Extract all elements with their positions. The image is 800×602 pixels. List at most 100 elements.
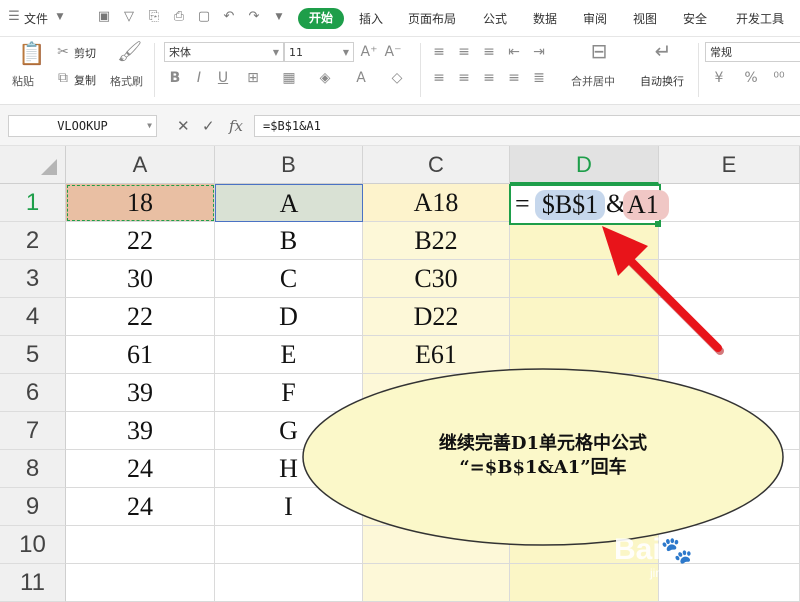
font-color-icon[interactable]: A [352,70,370,86]
merge-center-icon[interactable]: ⊟ [588,41,610,61]
font-size-select[interactable]: 11 ▼ [284,42,354,62]
row-header-7[interactable]: 7 [0,412,66,450]
row-header-6[interactable]: 6 [0,374,66,412]
format-painter-icon[interactable]: 🖌 [117,41,142,61]
paste-icon[interactable]: 📋 [18,43,45,67]
name-box[interactable]: VLOOKUP ▼ [8,115,157,137]
cell-a7[interactable]: 39 [66,412,215,450]
tab-view[interactable]: 视图 [633,10,657,27]
filter-icon[interactable]: ▽ [121,9,137,25]
cell-a9[interactable]: 24 [66,488,215,526]
cell-a2[interactable]: 22 [66,222,215,260]
tab-formulas[interactable]: 公式 [483,10,507,27]
cell-a8[interactable]: 24 [66,450,215,488]
cell-c11[interactable] [363,564,510,602]
tab-developer[interactable]: 开发工具 [736,10,784,27]
column-header-d[interactable]: D [510,146,659,184]
cell-b2[interactable]: B [215,222,363,260]
currency-icon[interactable]: ¥ [710,70,728,86]
column-header-a[interactable]: A [66,146,215,184]
cut-icon[interactable]: ✂ [54,44,72,60]
undo-icon[interactable]: ↶ [221,9,237,25]
justify-icon[interactable]: ≡ [505,70,523,86]
tab-security[interactable]: 安全 [683,10,707,27]
row-header-2[interactable]: 2 [0,222,66,260]
column-header-b[interactable]: B [215,146,363,184]
formula-input[interactable]: =$B$1&A1 [254,115,800,137]
cell-b1[interactable]: A [215,184,363,222]
select-all-corner[interactable] [0,146,66,184]
cancel-icon[interactable]: ✕ [177,117,190,135]
print-icon[interactable]: ⎙ [171,9,187,25]
bold-icon[interactable]: B [166,70,184,86]
cell-d11[interactable] [510,564,659,602]
tab-home[interactable]: 开始 [298,8,344,29]
row-header-11[interactable]: 11 [0,564,66,602]
output-icon[interactable]: ⎘ [146,9,162,25]
menu-icon[interactable]: ☰ [6,9,22,25]
file-menu[interactable]: 文件 [24,10,48,27]
cell-d1-editor[interactable]: = $B$1 & A1 [509,184,669,225]
cell-c4[interactable]: D22 [363,298,510,336]
tab-data[interactable]: 数据 [533,10,557,27]
column-header-c[interactable]: C [363,146,510,184]
align-middle-icon[interactable]: ≡ [455,44,473,60]
comma-style-icon[interactable]: ⁰⁰ [770,70,788,86]
fill-color-icon[interactable]: ◈ [316,70,334,86]
row-header-3[interactable]: 3 [0,260,66,298]
italic-icon[interactable]: I [190,70,208,86]
fill-pattern-icon[interactable]: ▦ [280,70,298,86]
cell-a5[interactable]: 61 [66,336,215,374]
cell-c3[interactable]: C30 [363,260,510,298]
cell-c2[interactable]: B22 [363,222,510,260]
cell-a3[interactable]: 30 [66,260,215,298]
font-name-select[interactable]: 宋体 ▼ [164,42,284,62]
cut-button[interactable]: 剪切 [74,45,96,61]
more-icon[interactable]: ▼ [271,9,287,25]
tab-review[interactable]: 审阅 [583,10,607,27]
cell-a11[interactable] [66,564,215,602]
align-left-icon[interactable]: ≡ [430,70,448,86]
tab-insert[interactable]: 插入 [359,10,383,27]
cell-a4[interactable]: 22 [66,298,215,336]
align-bottom-icon[interactable]: ≡ [480,44,498,60]
underline-icon[interactable]: U [214,70,232,86]
row-header-9[interactable]: 9 [0,488,66,526]
save-icon[interactable]: ▣ [96,9,112,25]
align-top-icon[interactable]: ≡ [430,44,448,60]
format-painter-button[interactable]: 格式刷 [110,73,143,89]
align-right-icon[interactable]: ≡ [480,70,498,86]
paste-button[interactable]: 粘贴 [12,73,34,89]
distributed-icon[interactable]: ≣ [530,70,548,86]
tab-page-layout[interactable]: 页面布局 [408,10,456,27]
wrap-text-button[interactable]: 自动换行 [640,73,684,89]
cell-e1[interactable] [659,184,800,222]
row-header-10[interactable]: 10 [0,526,66,564]
merge-center-button[interactable]: 合并居中 [571,73,615,89]
cell-a10[interactable] [66,526,215,564]
number-format-select[interactable]: 常规 [705,42,800,62]
grow-font-icon[interactable]: A⁺ [360,44,378,60]
cell-a1[interactable]: 18 [66,184,215,222]
row-header-4[interactable]: 4 [0,298,66,336]
row-header-5[interactable]: 5 [0,336,66,374]
chevron-down-icon[interactable]: ▼ [52,9,68,25]
cell-b3[interactable]: C [215,260,363,298]
cell-c1[interactable]: A18 [363,184,510,222]
percent-icon[interactable]: % [742,70,760,86]
clear-icon[interactable]: ◇ [388,70,406,86]
column-header-e[interactable]: E [659,146,800,184]
cell-a6[interactable]: 39 [66,374,215,412]
align-center-icon[interactable]: ≡ [455,70,473,86]
function-icon[interactable]: fx [229,117,243,135]
row-header-8[interactable]: 8 [0,450,66,488]
copy-button[interactable]: 复制 [74,72,96,88]
preview-icon[interactable]: ▢ [196,9,212,25]
indent-right-icon[interactable]: ⇥ [530,44,548,60]
wrap-text-icon[interactable]: ↵ [652,41,674,61]
border-icon[interactable]: ⊞ [244,70,262,86]
redo-icon[interactable]: ↷ [246,9,262,25]
row-header-1[interactable]: 1 [0,184,66,222]
indent-left-icon[interactable]: ⇤ [505,44,523,60]
shrink-font-icon[interactable]: A⁻ [384,44,402,60]
